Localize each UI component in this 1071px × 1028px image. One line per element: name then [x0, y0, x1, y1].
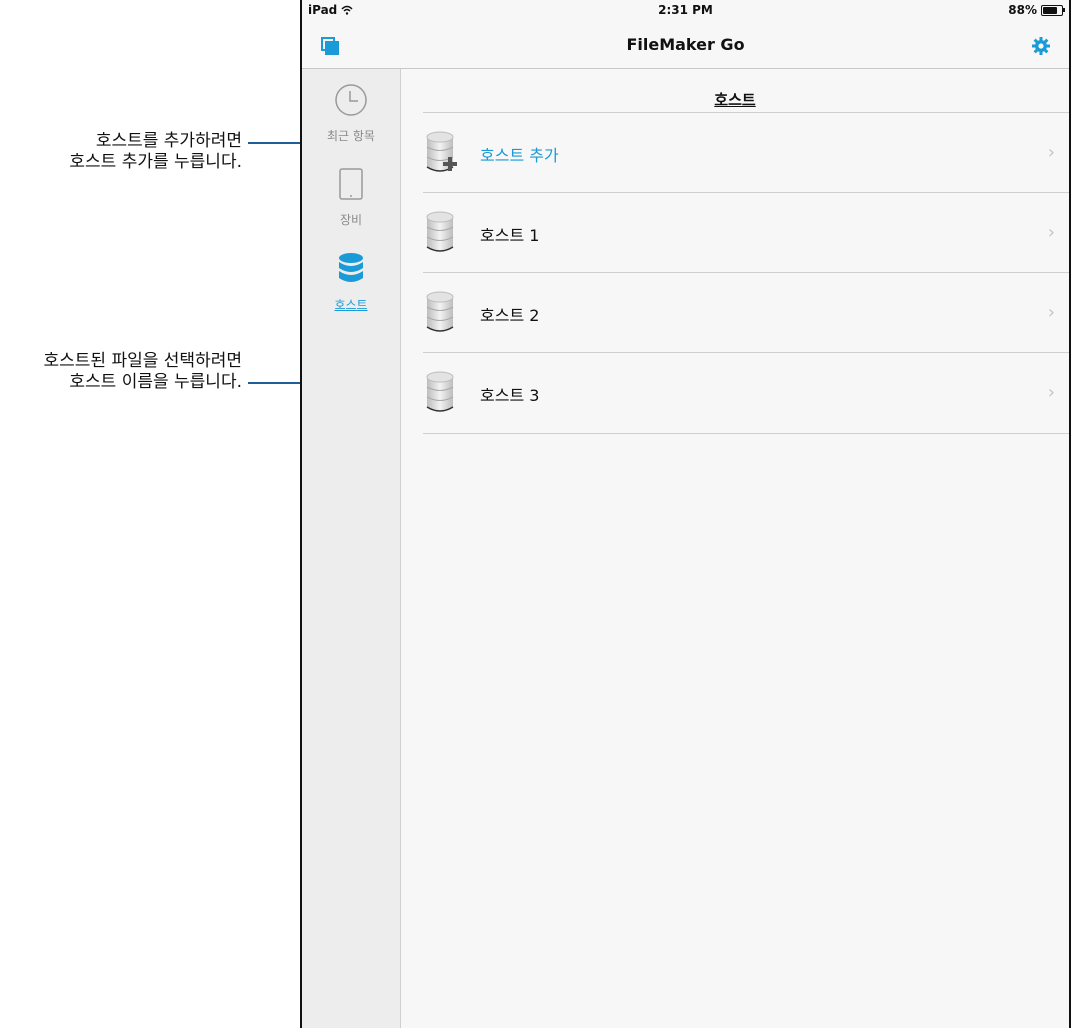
host-label: 호스트 2 — [480, 306, 540, 325]
app-title: FileMaker Go — [626, 35, 745, 54]
status-time: 2:31 PM — [658, 3, 713, 17]
host-label: 호스트 추가 — [480, 146, 559, 165]
chevron-right-icon: › — [1047, 382, 1055, 403]
host-row-1[interactable]: 호스트 1 › — [423, 192, 1069, 273]
sidebar-item-label: 호스트 — [334, 298, 368, 312]
callout-add-host-line2: 호스트 추가를 누릅니다. — [69, 152, 242, 172]
chevron-right-icon: › — [1047, 222, 1055, 243]
callout-add-host-line1: 호스트를 추가하려면 — [95, 131, 242, 151]
database-icon — [426, 291, 454, 332]
callout-add-host: 호스트를 추가하려면 호스트 추가를 누릅니다. — [69, 131, 242, 173]
chevron-right-icon: › — [1047, 302, 1055, 323]
sidebar-item-recent[interactable]: 최근 항목 — [302, 83, 400, 144]
host-row-2[interactable]: 호스트 2 › — [423, 272, 1069, 353]
sidebar-item-label: 장비 — [339, 213, 363, 227]
hosts-panel: 호스트 호스트 추가 › 호스트 1 › 호스트 2 › 호스트 3 › — [401, 69, 1069, 1028]
add-host-row[interactable]: 호스트 추가 › — [423, 112, 1069, 193]
nav-bar: FileMaker Go — [302, 20, 1069, 69]
host-row-3[interactable]: 호스트 3 › — [423, 352, 1069, 434]
callout-select-host-line1: 호스트된 파일을 선택하려면 — [43, 351, 243, 371]
clock-icon — [335, 84, 367, 116]
sidebar: 최근 항목 장비 호스트 — [302, 69, 401, 1028]
ipad-screen: iPad 2:31 PM 88% FileMaker Go 최근 항목 장비 호… — [300, 0, 1071, 1028]
callout-select-host: 호스트된 파일을 선택하려면 호스트 이름을 누릅니다. — [44, 351, 243, 393]
gear-icon[interactable] — [1031, 36, 1051, 56]
host-label: 호스트 3 — [480, 386, 540, 405]
status-bar: iPad 2:31 PM 88% — [302, 0, 1069, 20]
database-icon — [426, 371, 454, 412]
database-add-icon — [426, 131, 457, 172]
sidebar-item-label: 최근 항목 — [327, 129, 375, 143]
battery-level — [1043, 6, 1058, 14]
sidebar-item-hosts[interactable]: 호스트 — [302, 252, 400, 313]
battery-icon — [1041, 4, 1065, 16]
host-label: 호스트 1 — [480, 226, 540, 245]
database-icon — [339, 253, 363, 282]
callout-select-host-line2: 호스트 이름을 누릅니다. — [69, 372, 242, 392]
tablet-icon — [339, 168, 363, 200]
chevron-right-icon: › — [1047, 142, 1055, 163]
page-title: 호스트 — [714, 91, 756, 109]
database-icon — [426, 211, 454, 252]
sidebar-item-devices[interactable]: 장비 — [302, 167, 400, 228]
battery-percent: 88% — [1008, 3, 1037, 17]
